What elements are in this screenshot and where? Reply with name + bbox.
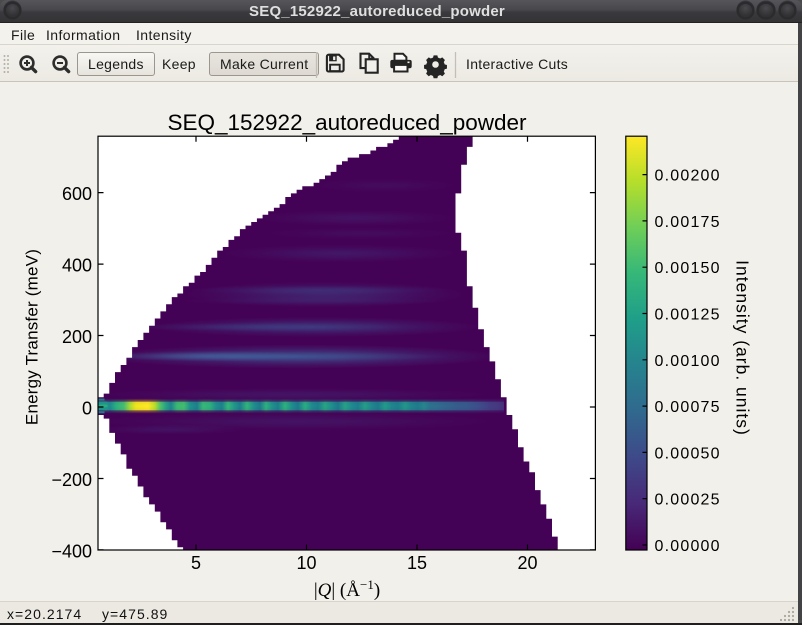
svg-text:20: 20: [517, 553, 537, 573]
svg-text:200: 200: [62, 327, 92, 347]
svg-text:0.00050: 0.00050: [655, 445, 721, 462]
svg-text:0.00150: 0.00150: [655, 260, 721, 277]
svg-text:15: 15: [407, 553, 427, 573]
svg-text:0: 0: [82, 398, 92, 418]
svg-text:−400: −400: [51, 541, 92, 561]
svg-text:Intensity (arb. units): Intensity (arb. units): [733, 260, 753, 436]
svg-text:0.00000: 0.00000: [655, 538, 721, 555]
svg-text:600: 600: [62, 184, 92, 204]
svg-text:0.00175: 0.00175: [655, 214, 721, 231]
svg-text:0.00075: 0.00075: [655, 399, 721, 416]
svg-text:5: 5: [191, 553, 201, 573]
svg-text:SEQ_152922_autoreduced_powder: SEQ_152922_autoreduced_powder: [167, 110, 527, 135]
svg-text:0.00125: 0.00125: [655, 307, 721, 324]
svg-text:400: 400: [62, 256, 92, 276]
svg-text:10: 10: [296, 553, 316, 573]
svg-text:−200: −200: [51, 470, 92, 490]
svg-text:0.00100: 0.00100: [655, 353, 721, 370]
svg-text:0.00200: 0.00200: [655, 168, 721, 185]
svg-text:Energy Transfer (meV): Energy Transfer (meV): [23, 249, 42, 425]
svg-text:0.00025: 0.00025: [655, 492, 721, 509]
